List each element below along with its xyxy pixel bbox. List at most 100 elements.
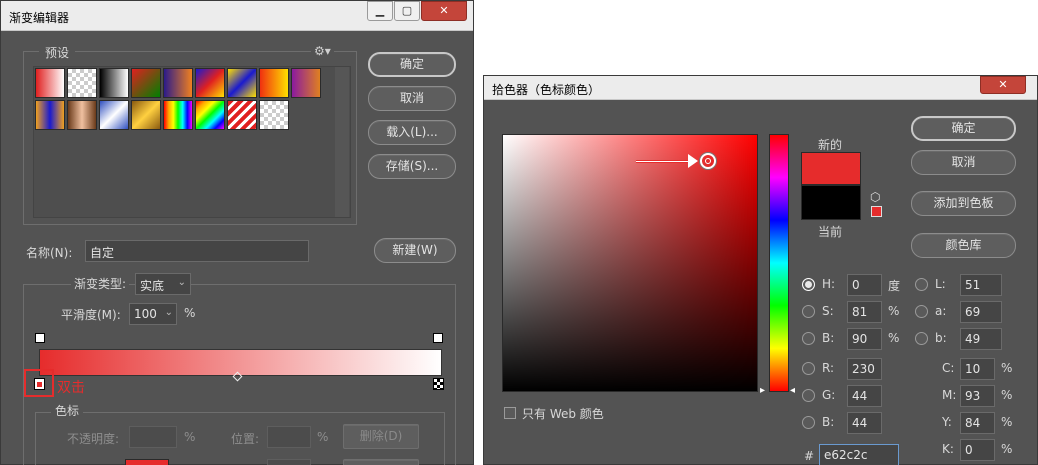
rgb-label: R: (822, 361, 835, 375)
cmyk-input[interactable]: 84 (960, 412, 995, 434)
lab-radio[interactable] (915, 278, 928, 291)
save-button[interactable]: 存储(S)... (368, 154, 456, 179)
rgb-radio[interactable] (802, 362, 815, 375)
smoothness-unit: % (184, 306, 196, 320)
preset-swatch[interactable] (163, 100, 193, 130)
current-color-label: 当前 (818, 225, 843, 239)
smoothness-input[interactable]: 100 ⌄ (129, 303, 177, 325)
preset-swatch[interactable] (291, 68, 321, 98)
preset-swatch[interactable] (195, 68, 225, 98)
hue-slider-handle-right[interactable]: ◂ (790, 385, 795, 396)
hsb-unit: % (888, 304, 900, 318)
gradient-editor-window: 渐变编辑器 ▁ ▢ ✕ 预设 ⚙▾ 确定 取消 载入(L)... 存储(S)..… (0, 0, 474, 465)
hsb-label: H: (822, 277, 836, 291)
cmyk-unit: % (1001, 415, 1013, 429)
opacity-stop-right[interactable] (433, 333, 443, 343)
hsb-radio[interactable] (802, 332, 815, 345)
opacity-stop-left[interactable] (35, 333, 45, 343)
presets-scrollbar[interactable] (335, 67, 349, 217)
location-input[interactable] (267, 426, 311, 448)
preset-swatch[interactable] (195, 100, 225, 130)
hue-slider[interactable] (769, 134, 789, 392)
hsb-input[interactable]: 90 (847, 328, 882, 350)
hsb-radio[interactable] (802, 278, 815, 291)
current-color-swatch[interactable] (801, 185, 861, 220)
hsb-input[interactable]: 0 (847, 274, 882, 296)
ok-button[interactable]: 确定 (368, 52, 456, 77)
name-label: 名称(N): (26, 246, 73, 260)
cmyk-input[interactable]: 0 (960, 439, 995, 461)
lab-radio[interactable] (915, 305, 928, 318)
close-icon[interactable]: ✕ (421, 1, 467, 21)
preset-swatch[interactable] (67, 68, 97, 98)
color-stop-right[interactable] (433, 378, 444, 390)
delete-button[interactable]: 删除(D) (343, 424, 419, 449)
preset-swatch[interactable] (99, 100, 129, 130)
preset-swatch[interactable] (35, 68, 65, 98)
hex-label: # (804, 449, 815, 463)
hue-slider-handle-left[interactable]: ▸ (760, 385, 765, 396)
lab-input[interactable]: 69 (960, 301, 1002, 323)
cmyk-input[interactable]: 93 (960, 385, 995, 407)
web-only-checkbox[interactable] (504, 407, 516, 419)
preset-swatch[interactable] (99, 68, 129, 98)
close-icon[interactable]: ✕ (980, 76, 1026, 94)
preset-swatch[interactable] (131, 100, 161, 130)
hsb-radio[interactable] (802, 305, 815, 318)
stop-color-swatch[interactable] (125, 459, 169, 465)
load-button[interactable]: 载入(L)... (368, 120, 456, 145)
preset-swatch[interactable] (67, 100, 97, 130)
smoothness-value: 100 (134, 307, 157, 321)
gradient-type-value: 实底 (140, 279, 165, 293)
preset-swatch[interactable] (163, 68, 193, 98)
cmyk-input[interactable]: 10 (960, 358, 995, 380)
lab-input[interactable]: 49 (960, 328, 1002, 350)
new-color-label: 新的 (818, 138, 843, 152)
color-picker-title: 拾色器（色标颜色） (492, 83, 601, 97)
new-button[interactable]: 新建(W) (374, 238, 456, 263)
color-cursor[interactable] (700, 153, 716, 169)
gear-icon[interactable]: ⚙▾ (311, 44, 334, 58)
picker-ok-button[interactable]: 确定 (911, 116, 1016, 141)
cube-icon[interactable]: ⬡ (870, 190, 880, 204)
name-input[interactable]: 自定 (85, 240, 309, 262)
preset-swatch[interactable] (227, 100, 257, 130)
delete-color-button[interactable] (343, 459, 419, 465)
maximize-icon[interactable]: ▢ (394, 1, 420, 21)
opacity-input[interactable] (129, 426, 177, 448)
color-stops-label: 色标 (51, 402, 84, 419)
preset-swatch[interactable] (259, 68, 289, 98)
rgb-input[interactable]: 44 (847, 412, 882, 434)
new-color-swatch (801, 152, 861, 185)
rgb-radio[interactable] (802, 416, 815, 429)
preset-swatch[interactable] (227, 68, 257, 98)
presets-label: 预设 (39, 44, 76, 61)
cancel-button[interactable]: 取消 (368, 86, 456, 111)
opacity-label: 不透明度: (67, 432, 120, 446)
window-title: 渐变编辑器 (9, 11, 70, 25)
preset-swatch[interactable] (131, 68, 161, 98)
hsb-input[interactable]: 81 (847, 301, 882, 323)
add-to-swatches-button[interactable]: 添加到色板 (911, 191, 1016, 216)
gradient-editor-titlebar: 渐变编辑器 ▁ ▢ ✕ (1, 1, 473, 31)
gradient-type-select[interactable]: 实底 ⌄ (135, 273, 191, 295)
rgb-input[interactable]: 44 (847, 385, 882, 407)
preset-swatch[interactable] (259, 100, 289, 130)
color-libraries-button[interactable]: 颜色库 (911, 233, 1016, 258)
gamut-warning-swatch[interactable] (871, 206, 882, 217)
picker-cancel-button[interactable]: 取消 (911, 150, 1016, 175)
hex-input[interactable]: e62c2c (819, 444, 899, 465)
color-location-input[interactable] (267, 459, 311, 465)
chevron-down-icon: ⌄ (177, 277, 186, 288)
cmyk-label: M: (942, 388, 957, 402)
hsb-unit: 度 (888, 279, 901, 293)
saturation-brightness-field[interactable] (502, 134, 758, 392)
color-picker-titlebar: 拾色器（色标颜色） ✕ (484, 76, 1037, 100)
rgb-radio[interactable] (802, 389, 815, 402)
gradient-preview-bar[interactable] (39, 349, 442, 376)
preset-swatch[interactable] (35, 100, 65, 130)
lab-radio[interactable] (915, 332, 928, 345)
lab-input[interactable]: 51 (960, 274, 1002, 296)
rgb-input[interactable]: 230 (847, 358, 882, 380)
minimize-icon[interactable]: ▁ (367, 1, 393, 21)
